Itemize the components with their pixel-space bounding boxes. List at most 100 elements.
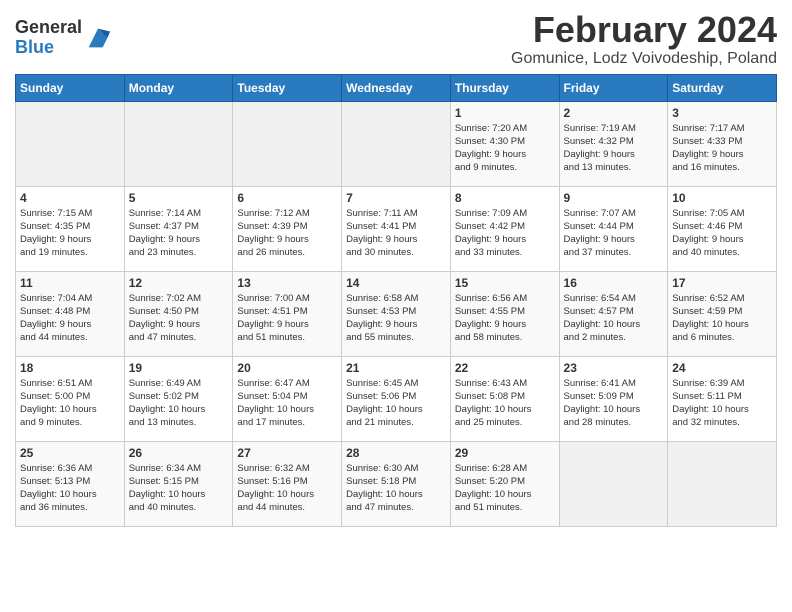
calendar-cell — [16, 101, 125, 186]
calendar-cell: 29 Sunrise: 6:28 AMSunset: 5:20 PMDayligh… — [450, 441, 559, 526]
calendar-cell: 26 Sunrise: 6:34 AMSunset: 5:15 PMDayligh… — [124, 441, 233, 526]
day-info: Sunrise: 6:28 AMSunset: 5:20 PMDaylight:… — [455, 462, 555, 515]
day-number: 2 — [564, 106, 664, 120]
day-number: 13 — [237, 276, 337, 290]
calendar-cell: 22 Sunrise: 6:43 AMSunset: 5:08 PMDayligh… — [450, 356, 559, 441]
calendar-cell — [342, 101, 451, 186]
calendar-cell: 6 Sunrise: 7:12 AMSunset: 4:39 PMDaylight… — [233, 186, 342, 271]
calendar-cell: 28 Sunrise: 6:30 AMSunset: 5:18 PMDayligh… — [342, 441, 451, 526]
header: General Blue February 2024 Gomunice, Lod… — [15, 10, 777, 68]
day-number: 18 — [20, 361, 120, 375]
day-number: 22 — [455, 361, 555, 375]
day-info: Sunrise: 7:00 AMSunset: 4:51 PMDaylight:… — [237, 292, 337, 345]
day-info: Sunrise: 6:47 AMSunset: 5:04 PMDaylight:… — [237, 377, 337, 430]
day-info: Sunrise: 7:07 AMSunset: 4:44 PMDaylight:… — [564, 207, 664, 260]
calendar-cell — [559, 441, 668, 526]
day-number: 24 — [672, 361, 772, 375]
logo: General Blue — [15, 18, 112, 58]
day-info: Sunrise: 6:56 AMSunset: 4:55 PMDaylight:… — [455, 292, 555, 345]
day-info: Sunrise: 7:05 AMSunset: 4:46 PMDaylight:… — [672, 207, 772, 260]
calendar-cell: 10 Sunrise: 7:05 AMSunset: 4:46 PMDayligh… — [668, 186, 777, 271]
day-number: 1 — [455, 106, 555, 120]
day-info: Sunrise: 6:32 AMSunset: 5:16 PMDaylight:… — [237, 462, 337, 515]
day-number: 29 — [455, 446, 555, 460]
calendar-cell: 9Sunrise: 7:07 AMSunset: 4:44 PMDaylight… — [559, 186, 668, 271]
day-info: Sunrise: 6:58 AMSunset: 4:53 PMDaylight:… — [346, 292, 446, 345]
day-info: Sunrise: 6:39 AMSunset: 5:11 PMDaylight:… — [672, 377, 772, 430]
day-number: 11 — [20, 276, 120, 290]
calendar-cell: 17Sunrise: 6:52 AMSunset: 4:59 PMDayligh… — [668, 271, 777, 356]
logo-general: General — [15, 18, 82, 38]
calendar-cell: 20 Sunrise: 6:47 AMSunset: 5:04 PMDayligh… — [233, 356, 342, 441]
calendar-cell — [124, 101, 233, 186]
calendar-cell: 15 Sunrise: 6:56 AMSunset: 4:55 PMDayligh… — [450, 271, 559, 356]
calendar-cell: 12 Sunrise: 7:02 AMSunset: 4:50 PMDayligh… — [124, 271, 233, 356]
weekday-header-friday: Friday — [559, 74, 668, 101]
calendar-cell: 4 Sunrise: 7:15 AMSunset: 4:35 PMDaylight… — [16, 186, 125, 271]
day-info: Sunrise: 7:19 AMSunset: 4:32 PMDaylight:… — [564, 122, 664, 175]
day-info: Sunrise: 7:09 AMSunset: 4:42 PMDaylight:… — [455, 207, 555, 260]
calendar-cell — [233, 101, 342, 186]
day-number: 15 — [455, 276, 555, 290]
day-info: Sunrise: 6:43 AMSunset: 5:08 PMDaylight:… — [455, 377, 555, 430]
location-title: Gomunice, Lodz Voivodeship, Poland — [511, 50, 777, 68]
calendar-cell: 27 Sunrise: 6:32 AMSunset: 5:16 PMDayligh… — [233, 441, 342, 526]
logo-blue: Blue — [15, 38, 82, 58]
day-info: Sunrise: 6:45 AMSunset: 5:06 PMDaylight:… — [346, 377, 446, 430]
day-info: Sunrise: 7:20 AMSunset: 4:30 PMDaylight:… — [455, 122, 555, 175]
day-number: 10 — [672, 191, 772, 205]
calendar-cell: 19Sunrise: 6:49 AMSunset: 5:02 PMDayligh… — [124, 356, 233, 441]
day-number: 20 — [237, 361, 337, 375]
day-info: Sunrise: 6:51 AMSunset: 5:00 PMDaylight:… — [20, 377, 120, 430]
calendar-cell — [668, 441, 777, 526]
weekday-header-monday: Monday — [124, 74, 233, 101]
day-info: Sunrise: 7:17 AMSunset: 4:33 PMDaylight:… — [672, 122, 772, 175]
weekday-header-thursday: Thursday — [450, 74, 559, 101]
calendar-cell: 5 Sunrise: 7:14 AMSunset: 4:37 PMDaylight… — [124, 186, 233, 271]
calendar-cell: 13 Sunrise: 7:00 AMSunset: 4:51 PMDayligh… — [233, 271, 342, 356]
calendar-cell: 25 Sunrise: 6:36 AMSunset: 5:13 PMDayligh… — [16, 441, 125, 526]
calendar-cell: 7 Sunrise: 7:11 AMSunset: 4:41 PMDaylight… — [342, 186, 451, 271]
day-info: Sunrise: 7:14 AMSunset: 4:37 PMDaylight:… — [129, 207, 229, 260]
weekday-header-tuesday: Tuesday — [233, 74, 342, 101]
day-info: Sunrise: 7:02 AMSunset: 4:50 PMDaylight:… — [129, 292, 229, 345]
day-number: 6 — [237, 191, 337, 205]
day-info: Sunrise: 6:52 AMSunset: 4:59 PMDaylight:… — [672, 292, 772, 345]
day-number: 7 — [346, 191, 446, 205]
day-number: 8 — [455, 191, 555, 205]
day-number: 23 — [564, 361, 664, 375]
day-number: 4 — [20, 191, 120, 205]
calendar-cell: 8 Sunrise: 7:09 AMSunset: 4:42 PMDaylight… — [450, 186, 559, 271]
day-info: Sunrise: 7:12 AMSunset: 4:39 PMDaylight:… — [237, 207, 337, 260]
calendar-cell: 24 Sunrise: 6:39 AMSunset: 5:11 PMDayligh… — [668, 356, 777, 441]
calendar-cell: 21 Sunrise: 6:45 AMSunset: 5:06 PMDayligh… — [342, 356, 451, 441]
calendar-cell: 3Sunrise: 7:17 AMSunset: 4:33 PMDaylight… — [668, 101, 777, 186]
weekday-header-saturday: Saturday — [668, 74, 777, 101]
day-info: Sunrise: 6:30 AMSunset: 5:18 PMDaylight:… — [346, 462, 446, 515]
day-number: 19 — [129, 361, 229, 375]
calendar-cell: 1 Sunrise: 7:20 AMSunset: 4:30 PMDaylight… — [450, 101, 559, 186]
day-number: 28 — [346, 446, 446, 460]
calendar-table: SundayMondayTuesdayWednesdayThursdayFrid… — [15, 74, 777, 527]
day-number: 12 — [129, 276, 229, 290]
day-number: 26 — [129, 446, 229, 460]
day-number: 14 — [346, 276, 446, 290]
day-info: Sunrise: 7:04 AMSunset: 4:48 PMDaylight:… — [20, 292, 120, 345]
calendar-cell: 18 Sunrise: 6:51 AMSunset: 5:00 PMDayligh… — [16, 356, 125, 441]
calendar-cell: 14 Sunrise: 6:58 AMSunset: 4:53 PMDayligh… — [342, 271, 451, 356]
calendar-cell: 16Sunrise: 6:54 AMSunset: 4:57 PMDayligh… — [559, 271, 668, 356]
day-number: 21 — [346, 361, 446, 375]
logo-icon — [84, 24, 112, 52]
month-title: February 2024 — [511, 10, 777, 50]
day-info: Sunrise: 6:34 AMSunset: 5:15 PMDaylight:… — [129, 462, 229, 515]
day-info: Sunrise: 6:36 AMSunset: 5:13 PMDaylight:… — [20, 462, 120, 515]
day-number: 25 — [20, 446, 120, 460]
calendar-cell: 11 Sunrise: 7:04 AMSunset: 4:48 PMDayligh… — [16, 271, 125, 356]
title-area: February 2024 Gomunice, Lodz Voivodeship… — [511, 10, 777, 68]
day-number: 5 — [129, 191, 229, 205]
calendar-cell: 23Sunrise: 6:41 AMSunset: 5:09 PMDayligh… — [559, 356, 668, 441]
day-number: 16 — [564, 276, 664, 290]
day-info: Sunrise: 7:15 AMSunset: 4:35 PMDaylight:… — [20, 207, 120, 260]
day-info: Sunrise: 7:11 AMSunset: 4:41 PMDaylight:… — [346, 207, 446, 260]
day-number: 27 — [237, 446, 337, 460]
